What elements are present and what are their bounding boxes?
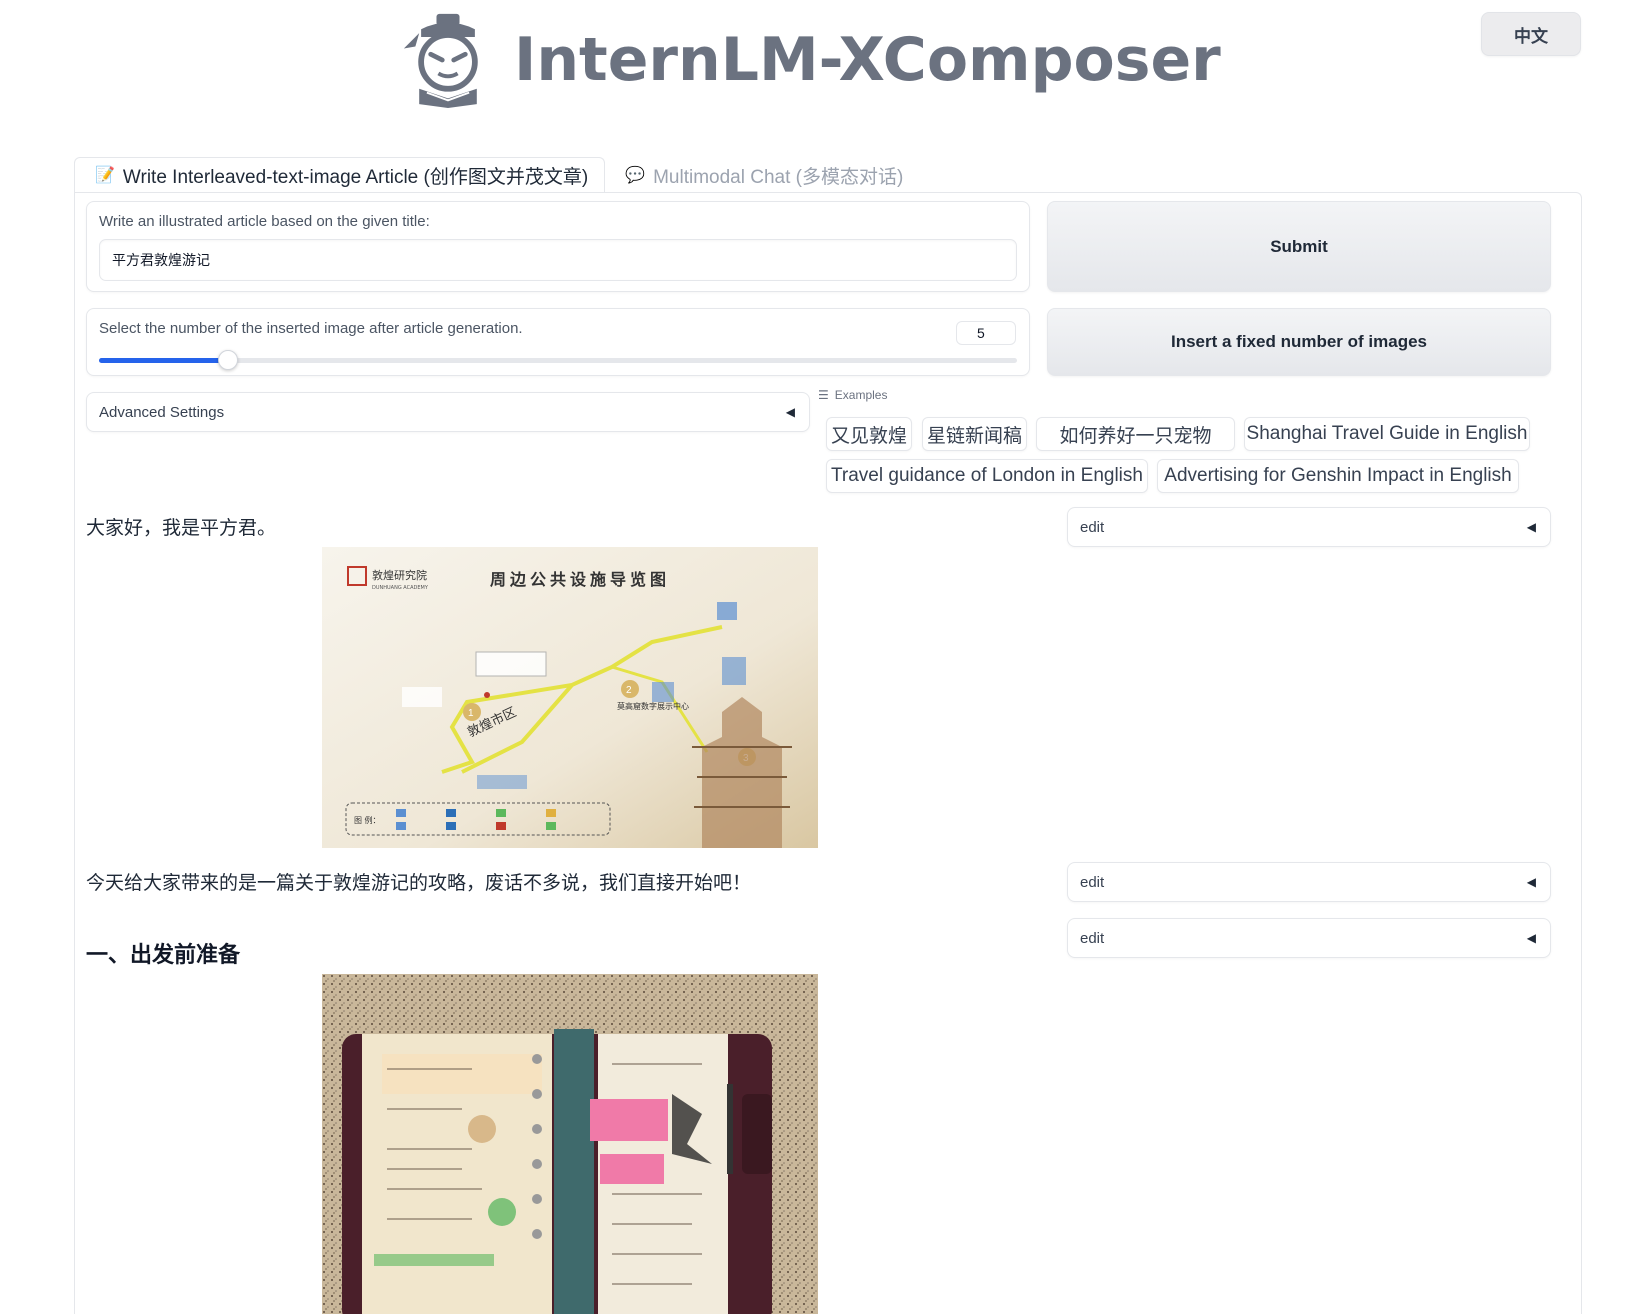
- edit-accordion[interactable]: edit ◀: [1067, 507, 1551, 547]
- title-input-block: Write an illustrated article based on th…: [86, 201, 1030, 292]
- slider-thumb[interactable]: [217, 350, 238, 370]
- tab-multimodal-chat[interactable]: 💬 Multimodal Chat (多模态对话): [605, 157, 919, 193]
- slider-fill: [99, 358, 228, 363]
- example-item[interactable]: Advertising for Genshin Impact in Englis…: [1157, 459, 1519, 493]
- collapse-triangle-icon: ◀: [1526, 520, 1536, 534]
- app-title: InternLM-XComposer: [514, 25, 1221, 95]
- image-count-label: Select the number of the inserted image …: [99, 320, 523, 337]
- collapse-triangle-icon: ◀: [785, 405, 795, 419]
- map-legend-label: 图 例：: [354, 815, 381, 825]
- edit-accordion[interactable]: edit ◀: [1067, 918, 1551, 958]
- advanced-settings-accordion[interactable]: Advanced Settings ◀: [86, 392, 810, 432]
- map-org-name: 敦煌研究院: [372, 568, 427, 582]
- tab-write-article[interactable]: 📝 Write Interleaved-text-image Article (…: [74, 157, 606, 193]
- app-header: InternLM-XComposer: [400, 12, 1221, 108]
- tab-label: Write Interleaved-text-image Article (创作…: [122, 166, 589, 188]
- edit-label: edit: [1080, 929, 1105, 947]
- article-heading: 一、出发前准备: [86, 942, 241, 967]
- image-count-block: Select the number of the inserted image …: [86, 308, 1030, 376]
- image-count-slider[interactable]: [99, 350, 1017, 370]
- collapse-triangle-icon: ◀: [1526, 931, 1536, 945]
- examples-label: Examples: [834, 388, 888, 402]
- submit-button[interactable]: Submit: [1047, 201, 1551, 292]
- tab-label: Multimodal Chat (多模态对话): [653, 166, 904, 188]
- title-input[interactable]: 平方君敦煌游记: [99, 239, 1017, 281]
- tab-bar: 📝 Write Interleaved-text-image Article (…: [74, 157, 919, 193]
- planner-image: [322, 974, 818, 1314]
- map-image: 敦煌研究院 DUNHUANG ACADEMY 周边公共设施导览图 1 2 3 敦…: [322, 547, 818, 848]
- example-item[interactable]: Shanghai Travel Guide in English: [1244, 417, 1530, 451]
- edit-note-icon: 📝: [95, 167, 115, 184]
- edit-accordion[interactable]: edit ◀: [1067, 862, 1551, 902]
- example-item[interactable]: Travel guidance of London in English: [826, 459, 1148, 493]
- examples-header: ☰ Examples: [818, 388, 887, 402]
- chat-bubble-icon: 💬: [625, 167, 646, 184]
- map-title: 周边公共设施导览图: [490, 570, 670, 589]
- title-input-label: Write an illustrated article based on th…: [99, 213, 430, 230]
- example-item[interactable]: 星链新闻稿: [922, 417, 1027, 451]
- article-paragraph: 今天给大家带来的是一篇关于敦煌游记的攻略，废话不多说，我们直接开始吧！: [86, 873, 752, 894]
- advanced-settings-label: Advanced Settings: [99, 403, 225, 421]
- image-count-number-input[interactable]: 5: [956, 321, 1016, 345]
- edit-label: edit: [1080, 518, 1105, 536]
- language-toggle-button[interactable]: 中文: [1481, 12, 1581, 56]
- map-org-name-en: DUNHUANG ACADEMY: [372, 585, 429, 591]
- example-item[interactable]: 如何养好一只宠物: [1036, 417, 1235, 451]
- list-icon: ☰: [818, 388, 829, 402]
- map-exhibition-label: 莫高窟数字展示中心: [617, 701, 689, 711]
- example-item[interactable]: 又见敦煌: [826, 417, 912, 451]
- app-page: InternLM-XComposer 中文 📝 Write Interleave…: [0, 0, 1649, 1314]
- insert-images-button[interactable]: Insert a fixed number of images: [1047, 308, 1551, 376]
- svg-text:2: 2: [626, 685, 632, 696]
- article-paragraph: 大家好，我是平方君。: [86, 518, 277, 539]
- svg-text:1: 1: [468, 708, 474, 719]
- collapse-triangle-icon: ◀: [1526, 875, 1536, 889]
- mascot-logo-icon: [403, 13, 478, 108]
- edit-label: edit: [1080, 873, 1105, 891]
